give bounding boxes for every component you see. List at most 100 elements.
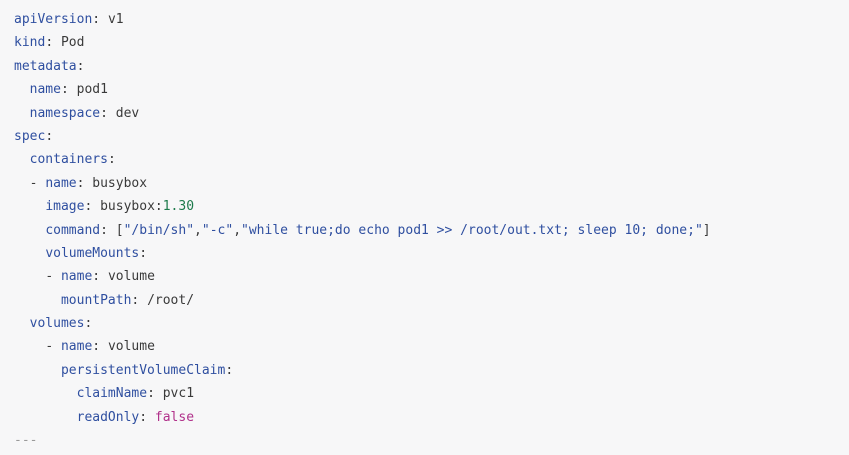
- yaml-space: [92, 199, 100, 214]
- code-line: apiVersion: v1: [14, 8, 849, 31]
- code-list-dash: -: [45, 339, 61, 355]
- yaml-key: image: [45, 199, 85, 215]
- yaml-colon: :: [147, 386, 155, 402]
- yaml-array-open: [: [115, 222, 124, 238]
- yaml-colon: :: [60, 82, 69, 98]
- yaml-value: Pod: [60, 35, 85, 51]
- yaml-space: [139, 293, 147, 308]
- yaml-value-prefix: busybox:: [100, 199, 163, 215]
- yaml-colon: :: [45, 128, 54, 144]
- code-line: image: busybox:1.30: [14, 195, 849, 218]
- yaml-array-comma: ,: [194, 222, 202, 238]
- yaml-colon: :: [139, 409, 148, 425]
- yaml-colon: :: [139, 245, 148, 261]
- yaml-colon: :: [76, 58, 85, 74]
- yaml-key: namespace: [29, 105, 101, 121]
- code-line: volumeMounts:: [14, 242, 849, 265]
- yaml-colon: :: [45, 35, 54, 51]
- yaml-key: mountPath: [60, 292, 132, 308]
- code-line: readOnly: false: [14, 406, 849, 429]
- code-line: - name: busybox: [14, 172, 849, 195]
- yaml-key: name: [60, 269, 93, 285]
- code-line: containers:: [14, 148, 849, 171]
- code-line: - name: volume: [14, 265, 849, 288]
- yaml-value: volume: [107, 339, 155, 355]
- yaml-key: volumeMounts: [45, 245, 140, 261]
- yaml-document-separator: ---: [14, 433, 38, 449]
- yaml-colon: :: [84, 316, 93, 332]
- yaml-value-boolean: false: [154, 409, 195, 425]
- code-line: - name: volume: [14, 335, 849, 358]
- code-list-dash: -: [45, 269, 61, 285]
- yaml-array-comma: ,: [233, 222, 242, 238]
- yaml-key: spec: [14, 128, 46, 144]
- yaml-array-string: "/bin/sh": [123, 222, 195, 238]
- code-line: namespace: dev: [14, 102, 849, 125]
- yaml-value: busybox: [92, 175, 148, 191]
- yaml-colon: :: [107, 152, 116, 168]
- code-list-dash: -: [29, 175, 46, 191]
- yaml-colon: :: [100, 222, 108, 238]
- yaml-array-string: "while true;do echo pod1 >> /root/out.tx…: [241, 222, 703, 238]
- yaml-value-number: 1.30: [162, 199, 195, 215]
- yaml-key: claimName: [76, 386, 148, 402]
- yaml-space: [147, 410, 155, 425]
- yaml-space: [100, 269, 108, 284]
- yaml-key: name: [29, 82, 61, 98]
- yaml-colon: :: [92, 339, 101, 355]
- yaml-key: metadata: [14, 58, 77, 74]
- yaml-key: persistentVolumeClaim: [60, 362, 226, 378]
- code-line: spec:: [14, 125, 849, 148]
- code-line: command: ["/bin/sh","-c","while true;do …: [14, 219, 849, 242]
- yaml-key: name: [45, 175, 77, 191]
- yaml-value: /root/: [147, 292, 195, 308]
- yaml-value: volume: [107, 269, 155, 285]
- code-line: kind: Pod: [14, 31, 849, 54]
- page: apiVersion: v1 kind: Pod metadata: name: p…: [0, 0, 849, 455]
- yaml-key: command: [45, 222, 101, 238]
- yaml-space: [100, 12, 108, 27]
- yaml-value: pod1: [76, 82, 108, 98]
- yaml-value: dev: [115, 105, 140, 121]
- code-line: mountPath: /root/: [14, 289, 849, 312]
- yaml-colon: :: [100, 105, 108, 121]
- yaml-key: name: [60, 339, 93, 355]
- yaml-space: [108, 223, 116, 238]
- yaml-space: [155, 386, 163, 401]
- code-block[interactable]: apiVersion: v1 kind: Pod metadata: name: p…: [0, 0, 849, 455]
- code-line: metadata:: [14, 55, 849, 78]
- yaml-value: pvc1: [162, 386, 195, 402]
- yaml-space: [100, 339, 108, 354]
- code-line: persistentVolumeClaim:: [14, 359, 849, 382]
- yaml-key: volumes: [29, 316, 85, 332]
- yaml-space: [108, 106, 116, 121]
- yaml-colon: :: [92, 12, 101, 27]
- yaml-colon: :: [225, 362, 234, 378]
- yaml-key: containers: [29, 152, 108, 168]
- yaml-key: apiVersion: [14, 12, 93, 27]
- code-line: ---: [14, 429, 849, 452]
- yaml-key: readOnly: [76, 409, 140, 425]
- code-line: name: pod1: [14, 78, 849, 101]
- yaml-colon: :: [92, 269, 101, 285]
- yaml-key: kind: [14, 35, 46, 51]
- code-line: volumes:: [14, 312, 849, 335]
- yaml-value: v1: [107, 12, 124, 27]
- code-line: claimName: pvc1: [14, 382, 849, 405]
- yaml-array-string: "-c": [201, 222, 234, 238]
- yaml-array-close: ]: [702, 222, 711, 238]
